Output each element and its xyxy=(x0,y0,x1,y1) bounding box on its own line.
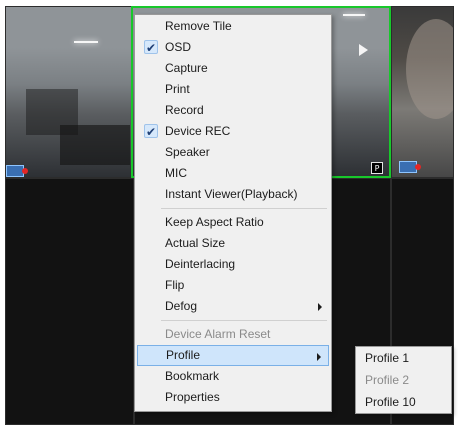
ceiling-light xyxy=(343,14,365,16)
menu-item-label: Properties xyxy=(165,390,220,404)
profile-submenu: Profile 1 Profile 2 Profile 10 xyxy=(355,346,452,414)
menu-item-keep-aspect-ratio[interactable]: Keep Aspect Ratio xyxy=(137,212,329,233)
ceiling-light xyxy=(74,41,98,43)
menu-item-label: Speaker xyxy=(165,145,210,159)
menu-item-label: Keep Aspect Ratio xyxy=(165,215,264,229)
menu-item-label: Deinterlacing xyxy=(165,257,236,271)
menu-item-label: Device Alarm Reset xyxy=(165,327,271,341)
menu-item-label: Defog xyxy=(165,299,198,313)
video-tile-4[interactable] xyxy=(5,178,134,425)
menu-item-mic[interactable]: MIC xyxy=(137,163,329,184)
osd-status-icon xyxy=(399,161,421,173)
submenu-item-label: Profile 10 xyxy=(365,395,416,409)
menu-item-device-rec[interactable]: ✔ Device REC xyxy=(137,121,329,142)
menu-item-device-alarm-reset[interactable]: Device Alarm Reset xyxy=(137,324,329,345)
menu-item-capture[interactable]: Capture xyxy=(137,58,329,79)
submenu-item-label: Profile 2 xyxy=(365,373,410,387)
submenu-item-profile-1[interactable]: Profile 1 xyxy=(356,348,451,369)
round-object-shape xyxy=(406,19,453,119)
checkmark-icon: ✔ xyxy=(144,124,158,139)
menu-item-osd[interactable]: ✔ OSD xyxy=(137,37,329,58)
submenu-item-profile-10[interactable]: Profile 10 xyxy=(356,392,451,413)
menu-item-deinterlacing[interactable]: Deinterlacing xyxy=(137,254,329,275)
submenu-arrow-icon xyxy=(318,303,322,311)
menu-separator xyxy=(161,320,327,321)
tile-context-menu: Remove Tile ✔ OSD Capture Print Record ✔… xyxy=(134,14,332,412)
menu-item-flip[interactable]: Flip xyxy=(137,275,329,296)
submenu-arrow-icon xyxy=(317,353,321,361)
menu-item-label: Device REC xyxy=(165,124,231,138)
menu-item-remove-tile[interactable]: Remove Tile xyxy=(137,16,329,37)
menu-item-bookmark[interactable]: Bookmark xyxy=(137,366,329,387)
menu-item-profile[interactable]: Profile xyxy=(137,345,329,366)
menu-item-properties[interactable]: Properties xyxy=(137,387,329,408)
submenu-item-label: Profile 1 xyxy=(365,351,410,365)
menu-item-instant-viewer[interactable]: Instant Viewer(Playback) xyxy=(137,184,329,205)
menu-item-label: Bookmark xyxy=(165,369,220,383)
menu-separator xyxy=(161,208,327,209)
menu-item-speaker[interactable]: Speaker xyxy=(137,142,329,163)
play-arrow-icon[interactable] xyxy=(359,44,368,56)
checkmark-icon: ✔ xyxy=(144,40,158,55)
menu-item-label: Flip xyxy=(165,278,185,292)
menu-item-label: MIC xyxy=(165,166,187,180)
menu-item-label: Profile xyxy=(166,348,201,362)
p-badge: P xyxy=(371,162,383,174)
menu-item-record[interactable]: Record xyxy=(137,100,329,121)
menu-item-print[interactable]: Print xyxy=(137,79,329,100)
video-tile-1[interactable] xyxy=(5,6,134,178)
menu-item-actual-size[interactable]: Actual Size xyxy=(137,233,329,254)
menu-item-label: Print xyxy=(165,82,190,96)
menu-item-label: Actual Size xyxy=(165,236,226,250)
menu-item-label: Record xyxy=(165,103,204,117)
osd-status-icon xyxy=(6,165,28,177)
menu-item-label: Remove Tile xyxy=(165,19,232,33)
menu-item-label: Instant Viewer(Playback) xyxy=(165,187,298,201)
menu-item-label: Capture xyxy=(165,61,208,75)
menu-item-defog[interactable]: Defog xyxy=(137,296,329,317)
video-tile-3[interactable] xyxy=(391,6,454,178)
menu-item-label: OSD xyxy=(165,40,192,54)
desk-shape xyxy=(60,125,130,165)
submenu-item-profile-2[interactable]: Profile 2 xyxy=(356,370,451,391)
